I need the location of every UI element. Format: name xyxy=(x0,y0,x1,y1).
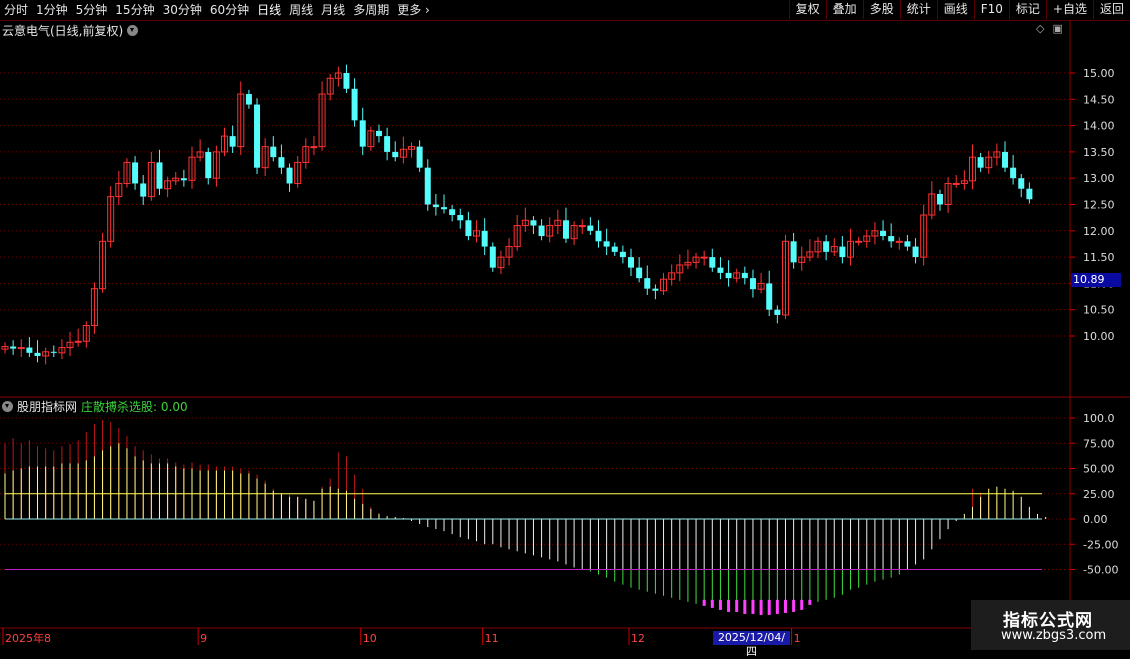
candle-body xyxy=(741,272,748,279)
candle-body xyxy=(603,241,610,247)
candle-body xyxy=(790,241,797,263)
candle-body xyxy=(839,246,846,258)
time-label: 1 xyxy=(794,632,801,645)
candle-body xyxy=(50,351,57,353)
candle-body xyxy=(855,240,863,243)
indicator-tick-label: -25.00 xyxy=(1083,538,1118,551)
logo-url: www.zbgs3.com xyxy=(1001,628,1107,643)
candle-body xyxy=(481,230,488,247)
candle-body xyxy=(278,157,285,168)
candle-body xyxy=(823,241,830,252)
candle-body xyxy=(359,120,366,147)
price-tick-label: 11.50 xyxy=(1083,251,1115,264)
candle-body xyxy=(205,151,212,179)
price-tick-label: 13.50 xyxy=(1083,146,1115,159)
indicator-tick-label: 0.00 xyxy=(1083,513,1108,526)
candle-body xyxy=(310,146,318,149)
candle-body xyxy=(457,215,464,221)
candle-body xyxy=(709,257,716,268)
price-tick-label: 13.00 xyxy=(1083,172,1115,185)
candle-body xyxy=(774,309,781,315)
candle-body xyxy=(936,193,943,205)
candle-body xyxy=(652,288,659,291)
candle-body xyxy=(449,209,456,216)
candle-body xyxy=(619,251,626,258)
stock-chart[interactable]: 15.00 14.50 14.00 13.50 13.00 12.50 12.00 11.50… xyxy=(0,0,1130,650)
candle-body xyxy=(132,162,139,184)
indicator-tick-label: 100.0 xyxy=(1083,412,1115,425)
candle-body xyxy=(725,272,732,279)
candle-body xyxy=(952,182,960,185)
time-label: 12 xyxy=(631,632,645,645)
candle-body xyxy=(912,246,919,258)
price-tick-label: 12.00 xyxy=(1083,225,1115,238)
candle-body xyxy=(578,225,586,228)
candle-body xyxy=(10,346,17,349)
time-label: 9 xyxy=(200,632,207,645)
indicator-tick-label: 25.00 xyxy=(1083,488,1115,501)
candle-body xyxy=(636,267,643,279)
indicator-tick-label: 75.00 xyxy=(1083,437,1115,450)
candle-body xyxy=(26,347,33,353)
candle-body xyxy=(34,352,41,356)
time-label: 10 xyxy=(363,632,377,645)
candle-body xyxy=(628,257,635,268)
candle-body xyxy=(489,246,496,268)
candle-body xyxy=(245,94,252,105)
candle-body xyxy=(749,278,756,290)
candle-body xyxy=(416,146,423,168)
candle-body xyxy=(587,225,594,231)
price-tick-label: 12.50 xyxy=(1083,199,1115,212)
candle-body xyxy=(229,136,236,147)
hover-date-tag: 2025/12/04/四 xyxy=(713,631,790,658)
candle-body xyxy=(595,230,602,242)
candle-body xyxy=(888,236,895,242)
time-label: 11 xyxy=(485,632,499,645)
candle-body xyxy=(1026,188,1033,200)
indicator-tick-label: 50.00 xyxy=(1083,463,1115,476)
price-tick-label: 10.50 xyxy=(1083,304,1115,317)
candle-body xyxy=(375,130,382,137)
price-tick-label: 10.00 xyxy=(1083,330,1115,343)
candle-body xyxy=(140,183,147,197)
price-tick-label: 14.00 xyxy=(1083,120,1115,133)
candle-body xyxy=(270,146,277,158)
candle-body xyxy=(1010,167,1017,179)
site-logo: 指标公式网 www.zbgs3.com xyxy=(971,600,1130,650)
candle-body xyxy=(343,73,350,89)
candle-body xyxy=(717,267,724,273)
time-label: 2025年8 xyxy=(5,631,51,645)
candle-body xyxy=(904,241,911,247)
candle-body xyxy=(895,240,903,243)
candle-body xyxy=(180,178,187,181)
candle-body xyxy=(351,88,358,121)
candle-body xyxy=(441,207,448,210)
candle-body xyxy=(254,104,261,168)
candle-body xyxy=(392,151,399,158)
candle-body xyxy=(538,225,545,237)
candle-body xyxy=(530,220,537,226)
candle-body xyxy=(880,230,887,237)
candle-body xyxy=(384,136,391,152)
candle-body xyxy=(766,283,773,310)
candle-body xyxy=(562,220,569,239)
candle-body xyxy=(432,204,439,208)
candle-body xyxy=(977,157,984,168)
candle-body xyxy=(424,167,431,205)
candle-body xyxy=(700,256,708,259)
price-tick-label: 14.50 xyxy=(1083,93,1115,106)
candle-body xyxy=(611,246,618,252)
candle-body xyxy=(1001,151,1008,168)
candle-body xyxy=(644,278,651,289)
price-tick-label: 15.00 xyxy=(1083,67,1115,80)
candle-body xyxy=(156,162,163,189)
candle-body xyxy=(465,220,472,237)
candle-body xyxy=(1018,178,1025,189)
candle-body xyxy=(286,167,293,184)
indicator-tick-label: -50.00 xyxy=(1083,564,1118,577)
current-price-tag: 10.89 xyxy=(1071,273,1121,287)
